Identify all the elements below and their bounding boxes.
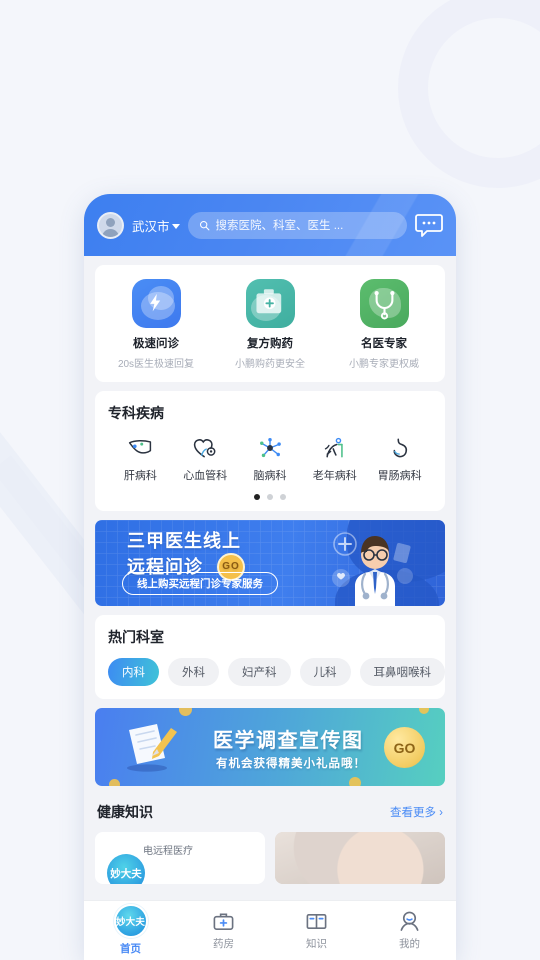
service-subtitle: 小鹏购药更安全 <box>235 359 305 370</box>
clipboard-pencil-icon <box>127 724 177 772</box>
app-logo-icon: 妙大夫 <box>107 854 145 884</box>
coin-decoration <box>109 779 120 786</box>
chevron-right-icon: › <box>439 807 443 819</box>
service-subtitle: 小鹏专家更权威 <box>349 359 419 370</box>
medical-kit-icon <box>213 913 234 930</box>
banner-pill-text: 线上购买远程门诊专家服务 <box>122 572 278 595</box>
nav-label-profile: 我的 <box>399 938 420 950</box>
specialty-label: 心血管科 <box>183 470 228 482</box>
section-title-specialty: 专科疾病 <box>108 405 164 421</box>
stethoscope-shield-icon <box>359 279 409 328</box>
nav-item-home[interactable]: 妙大夫 首页 <box>84 901 177 960</box>
specialty-item-geriatric[interactable]: 老年病科 <box>302 436 367 483</box>
doctor-promo-banner[interactable]: 三甲医生线上 远程问诊 GO 线上购买远程门诊专家服务 <box>95 520 445 606</box>
specialty-label: 脑病科 <box>253 470 287 482</box>
knowledge-header: 健康知识 查看更多 › <box>97 802 443 822</box>
survey-promo-banner[interactable]: 医学调查宣传图 有机会获得精美小礼品哦！ GO <box>95 708 445 786</box>
lightning-cloud-icon <box>131 279 181 328</box>
avatar[interactable] <box>97 211 124 239</box>
survey-subtitle: 有机会获得精美小礼品哦！ <box>216 758 366 770</box>
logo-text: 妙大夫 <box>115 916 146 928</box>
knowledge-card[interactable]: 电远程医疗 妙大夫 <box>95 832 265 884</box>
specialty-label: 胃肠病科 <box>377 470 422 482</box>
background-ring-decoration <box>398 0 540 188</box>
section-title-hot: 热门科室 <box>108 629 164 645</box>
specialty-item-gastro[interactable]: 胃肠病科 <box>367 436 432 483</box>
stomach-icon <box>393 438 407 458</box>
logo-text: 妙大夫 <box>110 867 142 880</box>
medical-kit-plus-icon <box>245 279 295 328</box>
pagination-dots[interactable] <box>108 494 432 503</box>
pagination-dot[interactable] <box>280 494 286 500</box>
pagination-dot[interactable] <box>254 494 260 500</box>
search-placeholder: 搜索医院、科室、医生 ... <box>215 220 344 232</box>
specialty-card: 专科疾病 肝病科 心血管科 脑病科 老年病科 胃肠病科 <box>95 391 445 511</box>
service-item-buy-medicine[interactable]: 复方购药 小鹏购药更安全 <box>213 279 327 370</box>
knowledge-card-photo <box>275 832 445 884</box>
elderly-person-icon <box>324 437 343 458</box>
nav-item-pharmacy[interactable]: 药房 <box>177 901 270 960</box>
specialty-label: 肝病科 <box>123 470 157 482</box>
survey-title: 医学调查宣传图 <box>213 730 364 752</box>
liver-icon <box>129 440 152 454</box>
app-header: 武汉市 搜索医院、科室、医生 ... <box>84 194 456 256</box>
nav-label-pharmacy: 药房 <box>213 938 234 950</box>
specialty-label: 老年病科 <box>312 470 357 482</box>
section-title-knowledge: 健康知识 <box>97 804 153 820</box>
nav-label-knowledge: 知识 <box>306 938 327 950</box>
service-item-fast-consult[interactable]: 极速问诊 20s医生极速回复 <box>99 279 213 370</box>
doctor-illustration <box>332 532 413 606</box>
knowledge-card-list: 电远程医疗 妙大夫 <box>95 832 445 884</box>
service-item-expert[interactable]: 名医专家 小鹏专家更权威 <box>327 279 441 370</box>
services-card: 极速问诊 20s医生极速回复 复方购药 小鹏购药更安全 名医专家 小鹏专家更权威 <box>95 265 445 382</box>
search-input[interactable]: 搜索医院、科室、医生 ... <box>187 211 407 239</box>
coin-decoration <box>419 708 429 714</box>
user-profile-icon <box>400 911 419 931</box>
nav-item-profile[interactable]: 我的 <box>363 901 456 960</box>
knowledge-card[interactable] <box>275 832 445 884</box>
search-icon <box>199 220 209 230</box>
service-title: 名医专家 <box>361 338 407 350</box>
open-book-icon <box>306 913 327 930</box>
department-pill-internal[interactable]: 内科 <box>108 658 159 686</box>
view-more-button[interactable]: 查看更多 › <box>390 804 443 820</box>
department-pill-obstetrics[interactable]: 妇产科 <box>228 658 291 686</box>
coin-decoration <box>179 708 192 716</box>
department-pill-pediatrics[interactable]: 儿科 <box>299 658 351 686</box>
specialty-item-brain[interactable]: 脑病科 <box>238 436 303 483</box>
bottom-navigation: 妙大夫 首页 药房 知识 我的 <box>84 900 456 960</box>
banner-line-1: 三甲医生线上 <box>127 531 241 551</box>
service-subtitle: 20s医生极速回复 <box>117 359 195 370</box>
specialty-item-liver[interactable]: 肝病科 <box>108 436 173 483</box>
specialty-list: 肝病科 心血管科 脑病科 老年病科 胃肠病科 <box>108 436 432 483</box>
department-pill-list[interactable]: 内科 外科 妇产科 儿科 耳鼻咽喉科 <box>108 658 445 686</box>
specialty-item-cardio[interactable]: 心血管科 <box>173 436 238 483</box>
chevron-down-icon <box>171 223 180 229</box>
view-more-label: 查看更多 <box>389 807 436 819</box>
coin-decoration <box>349 777 361 786</box>
hot-departments-card: 热门科室 内科 外科 妇产科 儿科 耳鼻咽喉科 <box>95 615 445 699</box>
nav-item-knowledge[interactable]: 知识 <box>270 901 363 960</box>
heart-vessel-icon <box>194 439 216 458</box>
survey-go-button[interactable]: GO <box>384 727 425 768</box>
knowledge-card-caption: 电远程医疗 <box>143 846 193 857</box>
brain-neuron-icon <box>260 438 281 458</box>
pagination-dot[interactable] <box>267 494 273 500</box>
city-selector[interactable]: 武汉市 <box>132 216 180 235</box>
nav-label-home: 首页 <box>120 942 141 955</box>
department-pill-ent[interactable]: 耳鼻咽喉科 <box>359 658 445 686</box>
app-logo-icon: 妙大夫 <box>113 903 148 938</box>
city-label: 武汉市 <box>132 219 170 234</box>
service-title: 极速问诊 <box>133 338 179 350</box>
chat-bubble-icon[interactable] <box>415 213 443 237</box>
phone-screen: 武汉市 搜索医院、科室、医生 ... 极速问诊 20s医生极速回复 复方购药 小… <box>84 194 456 960</box>
department-pill-surgery[interactable]: 外科 <box>168 658 219 686</box>
service-title: 复方购药 <box>247 338 293 350</box>
